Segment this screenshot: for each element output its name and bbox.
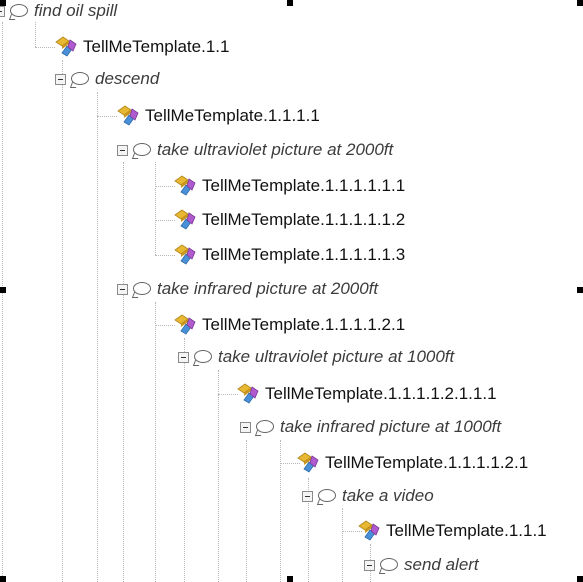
tree-node-template[interactable]: TellMeTemplate.1.1.1 [357,518,547,544]
tree-node-task[interactable]: take infrared picture at 1000ft [240,414,501,440]
template-label: TellMeTemplate.1.1 [83,37,230,56]
speech-bubble-icon [71,71,89,85]
tree-node-task[interactable]: take ultraviolet picture at 1000ft [178,344,454,370]
template-label: TellMeTemplate.1.1.1.1.2.1 [202,315,406,334]
template-icon [55,36,77,57]
task-label: send alert [404,555,479,574]
collapse-toggle-icon[interactable] [302,490,313,502]
speech-bubble-icon [380,557,398,571]
tree-node-template[interactable]: TellMeTemplate.1.1 [54,34,229,60]
template-icon [358,520,380,541]
template-icon [117,105,139,126]
tree-node-template[interactable]: TellMeTemplate.1.1.1.1 [116,103,320,129]
tree-node-task[interactable]: descend [55,66,159,92]
speech-bubble-icon [194,349,212,363]
task-label: find oil spill [34,1,118,20]
collapse-toggle-icon[interactable] [117,144,128,156]
template-label: TellMeTemplate.1.1.1.1 [145,106,320,125]
template-icon [174,314,196,335]
task-label: take ultraviolet picture at 1000ft [218,347,455,366]
tree-node-template[interactable]: TellMeTemplate.1.1.1.1.1.1 [173,173,405,199]
speech-bubble-icon [133,142,151,156]
task-label: take a video [342,486,434,505]
corner-marker [577,287,583,293]
corner-marker [287,0,293,6]
speech-bubble-icon [256,419,274,433]
template-icon [174,175,196,196]
collapse-toggle-icon[interactable] [55,73,66,85]
speech-bubble-icon [133,281,151,295]
corner-marker [0,576,6,582]
tree-node-task[interactable]: take ultraviolet picture at 2000ft [117,137,393,163]
template-icon [174,209,196,230]
template-label: TellMeTemplate.1.1.1.1.1.3 [202,245,406,264]
corner-marker [577,0,583,6]
template-label: TellMeTemplate.1.1.1 [386,521,547,540]
collapse-toggle-icon[interactable] [0,5,5,17]
template-icon [297,452,319,473]
collapse-toggle-icon[interactable] [178,351,189,363]
template-label: TellMeTemplate.1.1.1.1.1.2 [202,210,406,229]
tree-node-task[interactable]: find oil spill [0,0,117,24]
tree-node-task[interactable]: send alert [364,552,479,578]
template-label: TellMeTemplate.1.1.1.1.2.1 [325,453,529,472]
template-icon [237,383,259,404]
corner-marker [0,287,6,293]
collapse-toggle-icon[interactable] [117,283,128,295]
task-label: take infrared picture at 2000ft [157,279,379,298]
speech-bubble-icon [10,3,28,17]
tree-node-template[interactable]: TellMeTemplate.1.1.1.1.2.1 [173,312,405,338]
template-label: TellMeTemplate.1.1.1.1.1.1 [202,176,406,195]
tree-node-template[interactable]: TellMeTemplate.1.1.1.1.2.1.1.1 [236,381,497,407]
task-label: take infrared picture at 1000ft [280,417,502,436]
tree-node-template[interactable]: TellMeTemplate.1.1.1.1.1.2 [173,207,405,233]
collapse-toggle-icon[interactable] [364,559,375,571]
speech-bubble-icon [318,488,336,502]
collapse-toggle-icon[interactable] [240,421,251,433]
tree-node-task[interactable]: take a video [302,483,434,509]
tree-node-task[interactable]: take infrared picture at 2000ft [117,276,378,302]
template-icon [174,244,196,265]
task-label: take ultraviolet picture at 2000ft [157,140,394,159]
corner-marker [577,576,583,582]
task-tree: find oil spill TellMeTemplate.1.1 descen… [0,0,583,582]
template-label: TellMeTemplate.1.1.1.1.2.1.1.1 [265,384,497,403]
tree-node-template[interactable]: TellMeTemplate.1.1.1.1.2.1 [296,450,528,476]
corner-marker [287,576,293,582]
task-label: descend [95,69,160,88]
tree-node-template[interactable]: TellMeTemplate.1.1.1.1.1.3 [173,242,405,268]
